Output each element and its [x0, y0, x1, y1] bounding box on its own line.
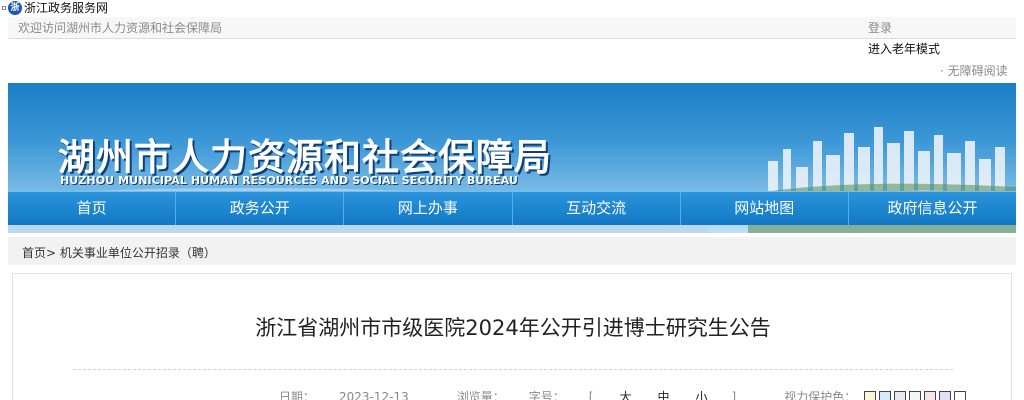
date-label: 日期：: [279, 390, 316, 400]
eye-protect-swatches: [864, 390, 969, 400]
breadcrumb-home-link[interactable]: 首页: [22, 246, 46, 260]
nav-item-online-services[interactable]: 网上办事: [344, 192, 513, 225]
nav-item-interaction[interactable]: 互动交流: [513, 192, 681, 225]
site-subtitle: HUZHOU MUNICIPAL HUMAN RESOURCES AND SOC…: [60, 174, 518, 187]
breadcrumb-separator: >: [46, 246, 57, 260]
article-title: 浙江省湖州市市级医院2024年公开引进博士研究生公告: [255, 316, 771, 340]
color-swatch-6[interactable]: [939, 390, 952, 400]
accessibility-link[interactable]: · 无障碍阅读: [940, 62, 1008, 79]
font-size-large-button[interactable]: 大: [619, 390, 631, 400]
color-swatch-4[interactable]: [909, 390, 922, 400]
portal-name-link[interactable]: 浙江政务服务网: [24, 1, 108, 15]
article-container: 浙江省湖州市市级医院2024年公开引进博士研究生公告 日期： 2023-12-13…: [12, 273, 1012, 400]
portal-checkbox: [2, 6, 6, 10]
portal-bar: 浙 浙江政务服务网: [0, 0, 200, 16]
color-swatch-1[interactable]: [864, 390, 877, 400]
nav-item-sitemap[interactable]: 网站地图: [681, 192, 849, 225]
title-divider: [73, 369, 953, 370]
date-value: 2023-12-13: [339, 390, 409, 400]
nav-item-government-affairs[interactable]: 政务公开: [176, 192, 345, 225]
color-swatch-2[interactable]: [879, 390, 892, 400]
font-size-close-bracket: ]: [731, 390, 737, 400]
welcome-text: 欢迎访问湖州市人力资源和社会保障局: [18, 21, 223, 35]
color-swatch-3[interactable]: [894, 390, 907, 400]
font-size-medium-button[interactable]: 中: [658, 390, 670, 400]
eye-protect-label: 视力保护色：: [784, 390, 857, 400]
login-link[interactable]: 登录: [868, 19, 892, 36]
color-swatch-5[interactable]: [924, 390, 937, 400]
font-size-control: 字号： [ 大 中 小]: [529, 388, 760, 400]
font-size-small-button[interactable]: 小: [696, 390, 708, 400]
breadcrumb-bar: 首页> 机关事业单位公开招录（聘）: [8, 237, 1016, 265]
breadcrumb-section-link[interactable]: 机关事业单位公开招录（聘）: [60, 246, 216, 260]
elder-mode-link[interactable]: 进入老年模式: [868, 40, 940, 57]
site-title: 湖州市人力资源和社会保障局: [58, 135, 552, 179]
font-size-label: 字号：: [528, 390, 565, 400]
nav-item-gov-info-disclosure[interactable]: 政府信息公开: [849, 192, 1016, 225]
top-strip: 欢迎访问湖州市人力资源和社会保障局 登录: [8, 17, 1016, 39]
site-banner: 湖州市人力资源和社会保障局 HUZHOU MUNICIPAL HUMAN RES…: [8, 83, 1016, 233]
date-meta: 日期： 2023-12-13: [279, 388, 433, 400]
nav-item-home[interactable]: 首页: [8, 192, 177, 225]
zhejiang-government-logo-icon[interactable]: 浙: [8, 1, 22, 15]
breadcrumb: 首页> 机关事业单位公开招录（聘）: [22, 244, 216, 261]
color-swatch-7[interactable]: [954, 390, 967, 400]
article-meta: 日期： 2023-12-13 浏览量： 字号： [ 大 中 小] 视力保护色：: [279, 388, 969, 400]
main-nav: 首页 政务公开 网上办事 互动交流 网站地图 政府信息公开: [8, 191, 1016, 225]
views-label: 浏览量：: [456, 390, 505, 400]
font-size-open-bracket: [: [588, 390, 594, 400]
